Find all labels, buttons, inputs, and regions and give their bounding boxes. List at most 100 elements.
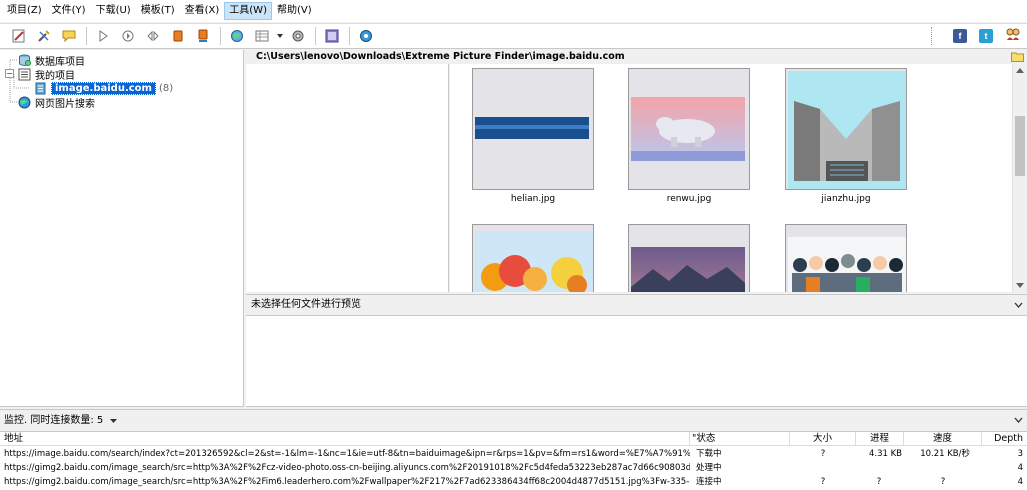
folder-path-bar: C:\Users\lenovo\Downloads\Extreme Pictur… bbox=[246, 50, 1027, 64]
download-table: 地址 "状态 大小 进程 速度 Depth https://image.baid… bbox=[0, 431, 1027, 490]
globe-icon bbox=[18, 96, 31, 109]
monitor-bar: 监控. 同时连接数量: 5 bbox=[0, 409, 1027, 431]
row-progress: 4.31 KB bbox=[868, 449, 902, 459]
chevron-down-icon bbox=[110, 419, 118, 423]
menu-tools[interactable]: 工具(W) bbox=[224, 2, 272, 20]
column-header-depth[interactable]: Depth bbox=[982, 432, 1027, 446]
view-mode-icon bbox=[255, 30, 269, 42]
menu-template[interactable]: 模板(T) bbox=[136, 2, 180, 20]
edit-project-button[interactable] bbox=[33, 25, 55, 47]
row-depth: 4 bbox=[1017, 477, 1023, 487]
preview-collapse-button[interactable] bbox=[1014, 295, 1023, 316]
help-button[interactable] bbox=[355, 25, 377, 47]
start-selected-button[interactable] bbox=[117, 25, 139, 47]
scroll-up-icon bbox=[1016, 68, 1024, 73]
project-file-icon bbox=[34, 82, 47, 95]
facebook-icon: f bbox=[958, 30, 962, 41]
row-url: https://gimg2.baidu.com/image_search/src… bbox=[4, 477, 690, 487]
file-list-pane[interactable] bbox=[246, 64, 449, 292]
thumbnail-filename: helian.jpg bbox=[510, 194, 556, 204]
column-header-progress[interactable]: 进程 bbox=[856, 432, 904, 446]
table-row[interactable]: https://gimg2.baidu.com/image_search/src… bbox=[0, 461, 1027, 475]
preview-header: 未选择任何文件进行预览 bbox=[246, 294, 1027, 316]
thumbnail-item[interactable] bbox=[785, 224, 907, 292]
thumbnail-scrollbar[interactable] bbox=[1012, 64, 1027, 292]
slideshow-icon bbox=[325, 29, 339, 43]
thumbnail-item[interactable]: helian.jpg bbox=[472, 68, 594, 204]
thumbnail-item[interactable] bbox=[472, 224, 594, 292]
facebook-button[interactable]: f bbox=[953, 28, 967, 43]
support-people-icon bbox=[1006, 28, 1020, 40]
new-project-button[interactable] bbox=[8, 25, 30, 47]
table-row[interactable]: https://gimg2.baidu.com/image_search/src… bbox=[0, 475, 1027, 489]
menu-project[interactable]: 项目(Z) bbox=[2, 2, 47, 20]
thumbnail-item[interactable] bbox=[628, 224, 750, 292]
row-speed: ? bbox=[940, 477, 946, 487]
pause-button[interactable] bbox=[142, 25, 164, 47]
comment-button[interactable] bbox=[58, 25, 80, 47]
toolbar-separator bbox=[86, 27, 87, 45]
column-header-status[interactable]: "状态 bbox=[690, 432, 790, 446]
slideshow-button[interactable] bbox=[321, 25, 343, 47]
scrollbar-thumb[interactable] bbox=[1015, 116, 1025, 176]
menu-help[interactable]: 帮助(V) bbox=[272, 2, 317, 20]
toolbar-grip bbox=[931, 26, 933, 45]
stop-button[interactable] bbox=[167, 25, 189, 47]
toolbar-separator bbox=[315, 27, 316, 45]
tree-item-my-projects[interactable]: 我的项目 bbox=[18, 67, 75, 82]
thumbnail-image bbox=[628, 224, 750, 292]
preview-area bbox=[246, 316, 1027, 407]
column-header-size[interactable]: 大小 bbox=[790, 432, 856, 446]
help-icon bbox=[360, 30, 372, 42]
menu-view[interactable]: 查看(X) bbox=[180, 2, 225, 20]
edit-settings-icon bbox=[38, 30, 50, 42]
view-mode-button[interactable] bbox=[251, 25, 273, 47]
column-header-speed[interactable]: 速度 bbox=[904, 432, 982, 446]
connections-dropdown[interactable] bbox=[110, 415, 118, 426]
chevron-down-icon bbox=[276, 34, 283, 38]
web-search-button[interactable] bbox=[226, 25, 248, 47]
start-selected-icon bbox=[122, 30, 134, 42]
item-count: (8) bbox=[158, 82, 174, 94]
menu-file[interactable]: 文件(Y) bbox=[47, 2, 91, 20]
support-button[interactable] bbox=[1005, 26, 1021, 45]
stop-icon bbox=[173, 30, 183, 42]
folder-list-icon bbox=[18, 68, 31, 81]
options-button[interactable] bbox=[287, 25, 309, 47]
tree-item-label: 我的项目 bbox=[35, 70, 75, 82]
row-url: https://image.baidu.com/search/index?ct=… bbox=[4, 449, 690, 459]
globe-search-icon bbox=[231, 30, 243, 42]
menu-download[interactable]: 下载(U) bbox=[91, 2, 136, 20]
row-progress bbox=[856, 461, 902, 475]
comment-icon bbox=[62, 30, 76, 43]
row-status: 处理中 bbox=[696, 463, 722, 473]
row-status: 连接中 bbox=[696, 477, 722, 487]
table-row[interactable]: https://image.baidu.com/search/index?ct=… bbox=[0, 447, 1027, 461]
view-mode-dropdown[interactable] bbox=[276, 25, 283, 47]
monitor-collapse-button[interactable] bbox=[1014, 410, 1023, 432]
tree-item-image-baidu[interactable]: image.baidu.com (8) bbox=[34, 81, 173, 95]
row-depth: 4 bbox=[1017, 463, 1023, 473]
tree-item-database-projects[interactable]: 数据库项目 bbox=[18, 53, 85, 68]
scroll-down-icon bbox=[1016, 283, 1024, 288]
start-button[interactable] bbox=[92, 25, 114, 47]
tree-item-label: image.baidu.com bbox=[51, 81, 156, 95]
table-header: 地址 "状态 大小 进程 速度 Depth bbox=[0, 432, 1027, 446]
pause-icon bbox=[147, 30, 159, 42]
preview-title: 未选择任何文件进行预览 bbox=[251, 299, 361, 310]
column-header-address[interactable]: 地址 bbox=[0, 432, 690, 446]
twitter-button[interactable]: t bbox=[979, 28, 993, 43]
row-depth: 3 bbox=[1017, 449, 1023, 459]
thumbnail-filename: renwu.jpg bbox=[666, 194, 712, 204]
stop-selected-button[interactable] bbox=[192, 25, 214, 47]
thumbnail-item[interactable]: renwu.jpg bbox=[628, 68, 750, 204]
row-size: ? bbox=[820, 449, 826, 459]
tree-item-label: 网页图片搜索 bbox=[35, 98, 95, 110]
thumbnail-image bbox=[628, 68, 750, 190]
thumbnail-image bbox=[785, 68, 907, 190]
tree-expander[interactable]: − bbox=[5, 69, 14, 78]
tree-item-label: 数据库项目 bbox=[35, 56, 85, 68]
tree-item-web-image-search[interactable]: 网页图片搜索 bbox=[18, 95, 95, 110]
social-toolbar: f t bbox=[931, 26, 1021, 45]
thumbnail-item[interactable]: jianzhu.jpg bbox=[785, 68, 907, 204]
